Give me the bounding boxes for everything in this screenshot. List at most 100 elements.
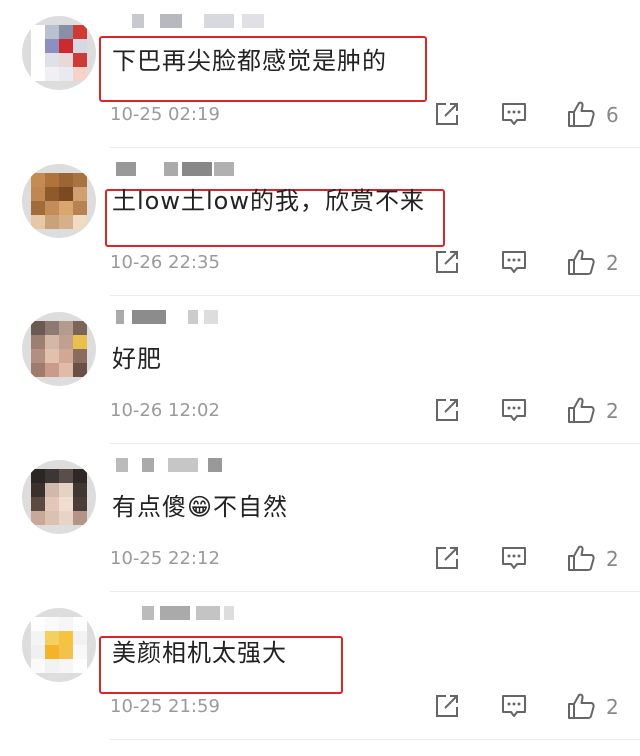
avatar-pixel [45,617,59,631]
share-button[interactable] [430,245,464,279]
username-pixel [168,458,198,472]
username-pixel [182,162,212,176]
avatar-pixel [59,67,73,81]
comment-time: 10-25 22:12 [110,548,220,569]
like-count: 2 [606,547,619,571]
avatar-pixel [31,53,45,67]
username-pixel [208,458,222,472]
avatar-pixel [31,497,45,511]
comment-text: 土low土low的我，欣赏不来 [112,187,425,215]
avatar-pixel [45,511,59,525]
avatar-pixel [73,363,87,377]
reply-button[interactable] [497,393,531,427]
comment-text: 美颜相机太强大 [112,639,287,667]
avatar-pixel [45,645,59,659]
avatar-pixel [73,39,87,53]
avatar-pixel [45,659,59,673]
avatar[interactable] [22,460,96,534]
avatar[interactable] [22,16,96,90]
avatar[interactable] [22,164,96,238]
avatar-pixel [59,631,73,645]
avatar[interactable] [22,312,96,386]
avatar-pixel [45,173,59,187]
comment-icon [502,547,526,569]
like-count: 2 [606,695,619,719]
like-button[interactable] [564,245,598,279]
comment-text: 下巴再尖脸都感觉是肿的 [112,47,387,75]
username-blurred[interactable] [112,458,262,472]
avatar-pixel [59,617,73,631]
comment-icon [502,251,526,273]
avatar-pixel [59,187,73,201]
avatar-pixel [31,321,45,335]
avatar-pixel [59,511,73,525]
avatar-pixel [59,645,73,659]
avatar-pixel [59,321,73,335]
like-button[interactable] [564,97,598,131]
reply-button[interactable] [497,541,531,575]
comment-item: 美颜相机太强大 10-25 21:59 2 [0,592,640,740]
avatar-pixel [73,349,87,363]
like-button[interactable] [564,393,598,427]
username-blurred[interactable] [112,14,264,28]
avatar-pixel [45,349,59,363]
share-button[interactable] [430,393,464,427]
avatar[interactable] [22,608,96,682]
avatar-pixel [73,659,87,673]
share-icon [436,695,458,717]
comment-item: 有点傻😁不自然 10-25 22:12 2 [0,444,640,592]
avatar-pixel [73,631,87,645]
username-pixel [188,310,198,324]
like-button[interactable] [564,541,598,575]
avatar-pixel [31,631,45,645]
reply-button[interactable] [497,245,531,279]
username-pixel [142,606,154,620]
comment-time: 10-25 21:59 [110,696,220,717]
username-pixel [214,162,234,176]
username-blurred[interactable] [112,310,262,324]
avatar-pixel [59,659,73,673]
username-pixel [142,458,154,472]
comment-icon [502,695,526,717]
avatar-pixel [31,659,45,673]
share-button[interactable] [430,541,464,575]
username-pixel [242,14,264,28]
avatar-pixel [59,469,73,483]
avatar-pixel [73,173,87,187]
username-blurred[interactable] [112,162,262,176]
like-button[interactable] [564,689,598,723]
avatar-pixel [59,483,73,497]
avatar-pixel [45,215,59,229]
avatar-pixel [73,215,87,229]
share-button[interactable] [430,689,464,723]
avatar-pixel [31,335,45,349]
username-blurred[interactable] [112,606,262,620]
username-pixel [116,162,136,176]
comment-item: 下巴再尖脸都感觉是肿的 10-25 02:19 6 [0,0,640,148]
reply-button[interactable] [497,97,531,131]
like-count: 2 [606,399,619,423]
avatar-pixel [73,335,87,349]
username-pixel [116,458,128,472]
share-button[interactable] [430,97,464,131]
avatar-pixel [45,67,59,81]
avatar-pixel [73,497,87,511]
username-pixel [116,310,124,324]
reply-button[interactable] [497,689,531,723]
username-pixel [132,14,144,28]
thumbs-up-icon [568,545,595,571]
avatar-pixel [45,497,59,511]
avatar-pixel [45,53,59,67]
share-icon [436,103,458,125]
avatar-pixel [59,173,73,187]
avatar-pixel [31,483,45,497]
username-pixel [204,14,234,28]
avatar-pixel [45,25,59,39]
comment-item: 好肥 10-26 12:02 2 [0,296,640,444]
username-pixel [204,310,218,324]
avatar-pixel [59,25,73,39]
share-icon [436,251,458,273]
avatar-pixel [73,483,87,497]
thumbs-up-icon [568,249,595,275]
avatar-pixel [59,215,73,229]
